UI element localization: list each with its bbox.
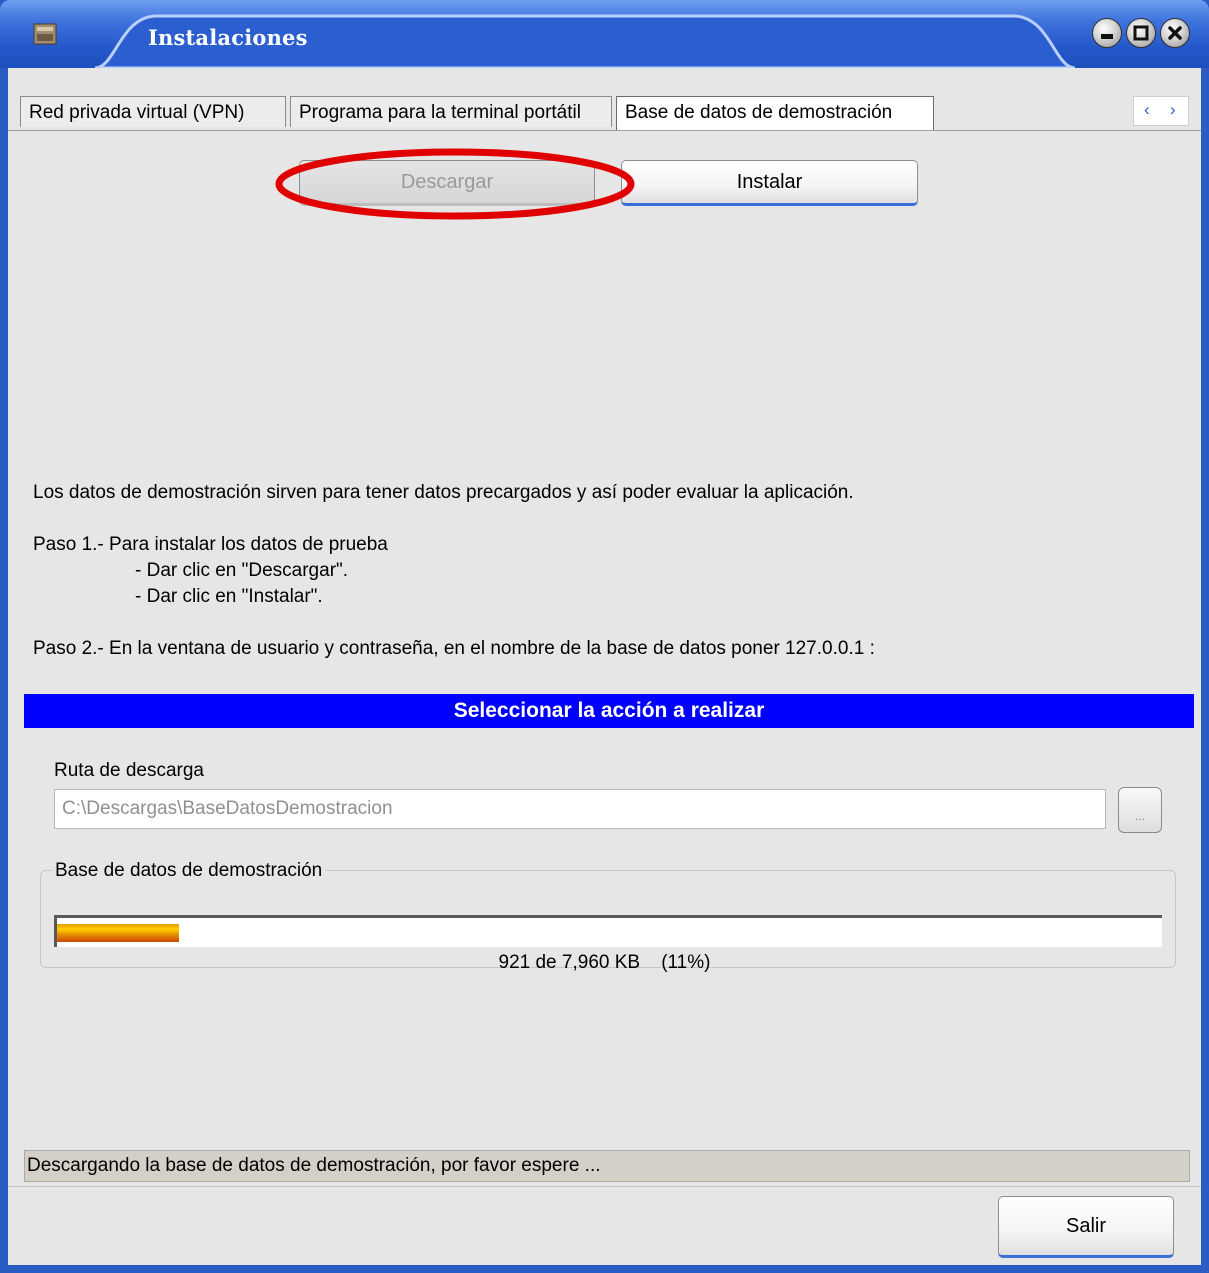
- tab-strip: Red privada virtual (VPN) Programa para …: [8, 96, 1201, 131]
- tab-vpn[interactable]: Red privada virtual (VPN): [20, 96, 286, 127]
- tab-portable-terminal[interactable]: Programa para la terminal portátil: [290, 96, 612, 127]
- maximize-button[interactable]: [1126, 18, 1156, 48]
- minimize-icon: [1101, 34, 1113, 39]
- download-button[interactable]: Descargar: [299, 160, 595, 206]
- title-bar[interactable]: Instalaciones: [0, 0, 1209, 68]
- tab-demo-database[interactable]: Base de datos de demostración: [616, 96, 934, 130]
- window-title: Instalaciones: [148, 25, 308, 50]
- step1-install-text: - Dar clic en "Instalar".: [135, 586, 323, 607]
- step1-title: Paso 1.- Para instalar los datos de prue…: [33, 534, 388, 555]
- download-progress-bar: [54, 915, 1162, 947]
- tab-scroll-left-icon[interactable]: ‹: [1144, 100, 1150, 120]
- installations-window: Instalaciones Red privada virtual (VPN) …: [0, 0, 1209, 1273]
- step2-text: Paso 2.- En la ventana de usuario y cont…: [33, 638, 875, 659]
- browse-button[interactable]: ...: [1118, 787, 1162, 833]
- tab-scroll-buttons: ‹ ›: [1133, 96, 1189, 126]
- close-icon: [1168, 26, 1182, 40]
- close-button[interactable]: [1160, 18, 1190, 48]
- step1-download-text: - Dar clic en "Descargar".: [135, 560, 349, 581]
- app-icon: [33, 23, 57, 45]
- exit-button[interactable]: Salir: [998, 1196, 1174, 1258]
- tab-scroll-right-icon[interactable]: ›: [1170, 100, 1176, 120]
- download-path-label: Ruta de descarga: [54, 760, 204, 781]
- maximize-icon: [1133, 25, 1149, 41]
- progress-group-label: Base de datos de demostración: [52, 860, 326, 882]
- install-button[interactable]: Instalar: [621, 160, 918, 206]
- download-path-field[interactable]: [54, 789, 1106, 829]
- status-bar: Descargando la base de datos de demostra…: [24, 1150, 1190, 1182]
- minimize-button[interactable]: [1092, 18, 1122, 48]
- intro-text: Los datos de demostración sirven para te…: [33, 482, 854, 503]
- progress-text: 921 de 7,960 KB (11%): [498, 952, 711, 973]
- divider: [8, 1186, 1201, 1187]
- section-header: Seleccionar la acción a realizar: [24, 694, 1194, 728]
- exit-button-label: Salir: [1065, 1215, 1106, 1237]
- progress-fill: [57, 924, 179, 942]
